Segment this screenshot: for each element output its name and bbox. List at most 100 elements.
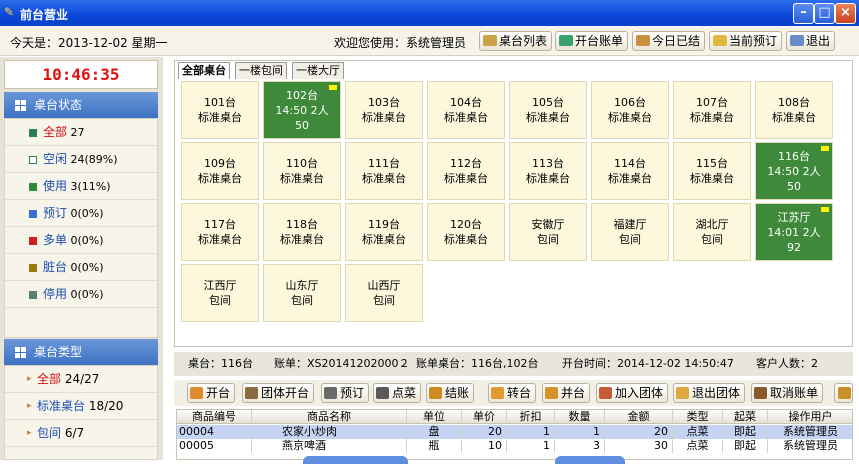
col-type[interactable]: 类型	[673, 410, 723, 424]
join-group-button[interactable]: 加入团体	[596, 383, 669, 403]
status-item-in-use[interactable]: 使用 3(11%)	[5, 173, 157, 200]
table-name: 山东厅	[285, 279, 319, 292]
info-bill-no: 账单：XS20141202000２	[274, 357, 410, 370]
col-product-code[interactable]: 商品编号	[177, 410, 252, 424]
more-actions-button[interactable]	[834, 383, 853, 403]
col-discount[interactable]: 折扣	[507, 410, 555, 424]
table-name: 117台	[204, 218, 236, 231]
reserve-button[interactable]: 预订	[321, 383, 370, 403]
table-name: 113台	[532, 157, 564, 170]
table-list-button[interactable]: 桌台列表	[479, 31, 553, 51]
table-tile[interactable]: 110台 标准桌台	[263, 142, 341, 200]
minimize-button[interactable]: –	[793, 3, 814, 24]
table-tile[interactable]: 120台 标准桌台	[427, 203, 505, 261]
col-price[interactable]: 单价	[462, 410, 507, 424]
table-tile[interactable]: 102台 14:50 2人 50	[263, 81, 341, 139]
status-item-multi-bill[interactable]: 多单 0(0%)	[5, 227, 157, 254]
col-serve[interactable]: 起菜	[723, 410, 768, 424]
status-item-reserved[interactable]: 预订 0(0%)	[5, 200, 157, 227]
exit-button[interactable]: 退出	[786, 31, 836, 51]
table-tile[interactable]: 101台 标准桌台	[181, 81, 259, 139]
table-tile[interactable]: 111台 标准桌台	[345, 142, 423, 200]
today-settled-icon	[636, 35, 650, 46]
type-item-standard[interactable]: ▸ 标准桌台 18/20	[5, 393, 157, 420]
table-list-icon	[483, 35, 497, 46]
type-item-private-room[interactable]: ▸ 包间 6/7	[5, 420, 157, 447]
type-item-all[interactable]: ▸ 全部 24/27	[5, 366, 157, 393]
table-tile[interactable]: 105台 标准桌台	[509, 81, 587, 139]
today-date: 今天是：2013-12-02 星期一	[10, 36, 168, 50]
tab-floor1-rooms[interactable]: 一楼包间	[235, 62, 287, 79]
col-unit[interactable]: 单位	[407, 410, 462, 424]
table-name: 江苏厅	[777, 211, 811, 224]
table-tile[interactable]: 117台标准桌台	[181, 203, 259, 261]
table-tile[interactable]: 104台 标准桌台	[427, 81, 505, 139]
open-bills-button[interactable]: 开台账单	[555, 31, 629, 51]
close-button[interactable]: ×	[835, 3, 856, 24]
tab-floor1-hall[interactable]: 一楼大厅	[292, 62, 344, 79]
table-tile[interactable]: 106台 标准桌台	[591, 81, 669, 139]
table-tile[interactable]: 安徽厅 包间	[509, 203, 587, 261]
cancel-bill-button[interactable]: 取消账单	[751, 383, 824, 403]
tab-all-tables[interactable]: 全部桌台	[178, 62, 230, 79]
table-tile[interactable]: 江苏厅 14:01 2人 92	[755, 203, 833, 261]
info-open-time: 开台时间：2014-12-02 14:50:47	[562, 357, 734, 370]
table-open-info: 14:50 2人	[275, 104, 329, 117]
table-name: 湖北厅	[695, 218, 729, 231]
status-item-free[interactable]: 空闲 24(89%)	[5, 146, 157, 173]
table-tile[interactable]: 江西厅 包间	[181, 264, 259, 322]
col-amount[interactable]: 金额	[605, 410, 673, 424]
col-quantity[interactable]: 数量	[555, 410, 605, 424]
status-item-dirty[interactable]: 脏台 0(0%)	[5, 254, 157, 281]
maximize-button[interactable]: □	[814, 3, 835, 24]
table-tile[interactable]: 118台 标准桌台	[263, 203, 341, 261]
table-tile[interactable]: 107台 标准桌台	[673, 81, 751, 139]
order-dish-button[interactable]: 点菜	[373, 383, 422, 403]
table-type: 包间	[291, 294, 313, 307]
group-open-icon	[245, 387, 258, 399]
table-name: 安徽厅	[531, 218, 565, 231]
col-operator[interactable]: 操作用户	[768, 410, 852, 424]
title-bar: ✎ 前台营业 – □ ×	[0, 0, 859, 26]
current-reservation-button[interactable]: 当前预订	[709, 31, 783, 51]
bill-info-bar: 桌台：116台 账单：XS20141202000２ 账单桌台：116台,102台…	[174, 352, 853, 376]
table-row[interactable]: 00005 燕京啤酒 瓶 10 1 3 30 点菜 即起 系统管理员	[177, 439, 852, 453]
open-table-button[interactable]: 开台	[187, 383, 236, 403]
group-open-button[interactable]: 团体开台	[242, 383, 315, 403]
table-tile[interactable]: 109台 标准桌台	[181, 142, 259, 200]
reservation-icon	[713, 35, 727, 46]
cell-price: 20	[462, 425, 507, 439]
table-tile[interactable]: 山东厅 包间	[263, 264, 341, 322]
col-product-name[interactable]: 商品名称	[252, 410, 407, 424]
table-tile[interactable]: 湖北厅 包间	[673, 203, 751, 261]
status-item-all[interactable]: 全部 27	[5, 119, 157, 146]
table-tile[interactable]: 119台 标准桌台	[345, 203, 423, 261]
merge-table-button[interactable]: 并台	[542, 383, 591, 403]
table-amount: 50	[787, 180, 801, 193]
table-tile[interactable]: 114台 标准桌台	[591, 142, 669, 200]
open-table-icon	[190, 387, 203, 399]
transfer-table-button[interactable]: 转台	[488, 383, 537, 403]
table-tile[interactable]: 108台 标准桌台	[755, 81, 833, 139]
table-tile[interactable]: 116台 14:50 2人 50	[755, 142, 833, 200]
table-tile[interactable]: 福建厅 包间	[591, 203, 669, 261]
today-settled-button[interactable]: 今日已结	[632, 31, 706, 51]
table-tile[interactable]: 103台 标准桌台	[345, 81, 423, 139]
table-tile[interactable]: 112台 标准桌台	[427, 142, 505, 200]
leave-group-button[interactable]: 退出团体	[673, 383, 746, 403]
clock-display: 10:46:35	[4, 60, 158, 89]
table-type: 标准桌台	[198, 233, 242, 246]
table-tile[interactable]: 115台 标准桌台	[673, 142, 751, 200]
reserve-icon	[324, 387, 337, 399]
table-row[interactable]: 00004 农家小炒肉 盘 20 1 1 20 点菜 即起 系统管理员	[177, 425, 852, 439]
table-name: 112台	[450, 157, 482, 170]
table-tile[interactable]: 113台 标准桌台	[509, 142, 587, 200]
cell-amount: 30	[605, 439, 673, 453]
checkout-button[interactable]: 结账	[426, 383, 475, 403]
table-name: 115台	[696, 157, 728, 170]
cell-name: 燕京啤酒	[252, 439, 407, 453]
table-name: 105台	[532, 96, 564, 109]
arrow-right-icon: ▸	[27, 374, 32, 384]
status-item-disabled[interactable]: 停用 0(0%)	[5, 281, 157, 308]
table-tile[interactable]: 山西厅 包间	[345, 264, 423, 322]
